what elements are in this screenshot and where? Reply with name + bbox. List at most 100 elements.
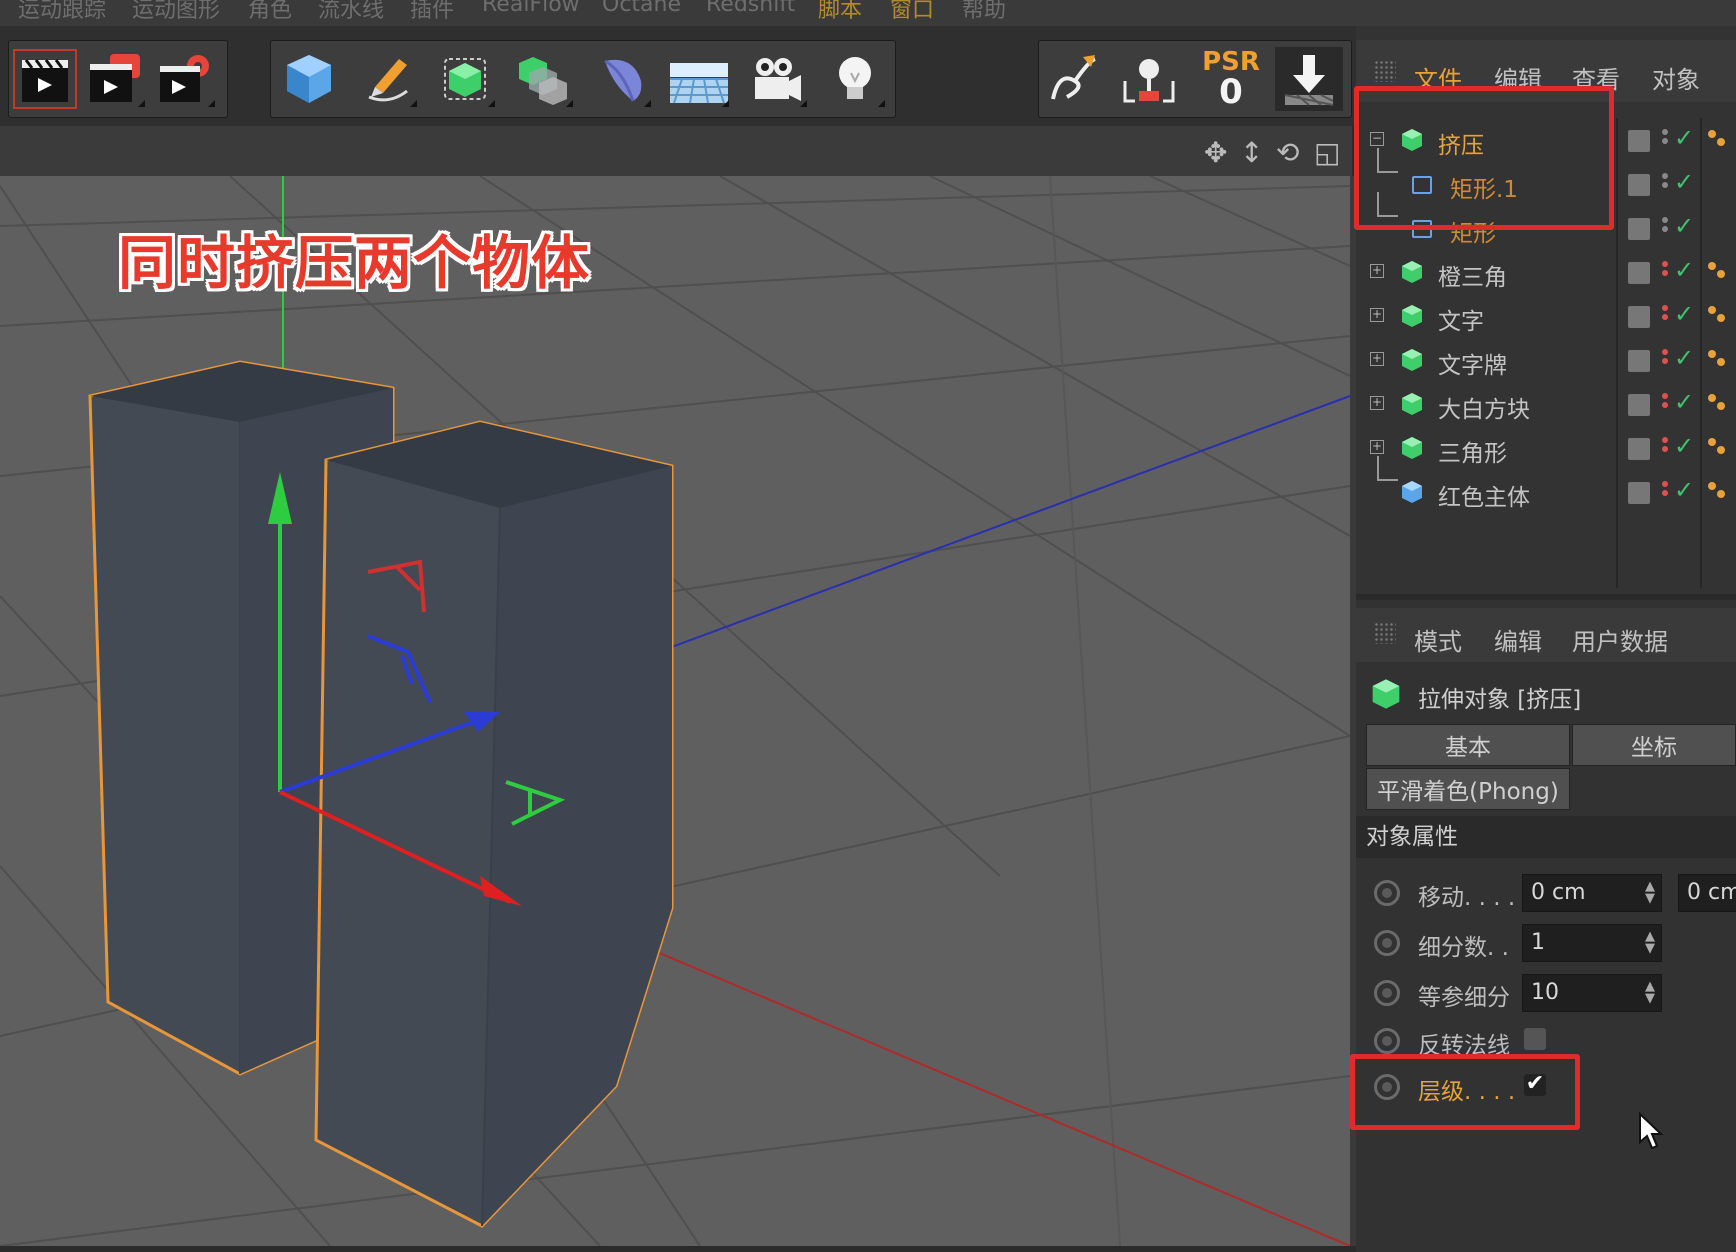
- attrmgr-menu-mode[interactable]: 模式: [1414, 622, 1462, 657]
- enabled-check-icon[interactable]: ✓: [1674, 344, 1694, 372]
- psr-button[interactable]: PSR 0: [1197, 47, 1265, 111]
- object-row-triangle[interactable]: + 三角形 ✓: [1356, 426, 1736, 470]
- menu-redshift[interactable]: Redshift: [706, 0, 795, 17]
- expand-icon[interactable]: +: [1370, 308, 1384, 322]
- add-camera-button[interactable]: [743, 47, 811, 111]
- menu-script[interactable]: 脚本: [818, 0, 862, 24]
- tab-basic[interactable]: 基本: [1366, 724, 1570, 766]
- menu-character[interactable]: 角色: [248, 0, 292, 24]
- menu-realflow[interactable]: RealFlow: [482, 0, 580, 17]
- menu-window[interactable]: 窗口: [890, 0, 934, 24]
- extruded-rectangle-right[interactable]: [314, 420, 674, 1228]
- add-deformer-button[interactable]: [587, 47, 655, 111]
- render-view-button[interactable]: [11, 47, 79, 111]
- object-row-text-sign[interactable]: + 文字牌 ✓: [1356, 338, 1736, 382]
- tab-phong[interactable]: 平滑着色(Phong): [1366, 768, 1570, 810]
- movement-x-field[interactable]: 0 cm ▲ ▼: [1522, 874, 1662, 912]
- add-light-button[interactable]: [821, 47, 889, 111]
- menu-help[interactable]: 帮助: [962, 0, 1006, 24]
- enabled-check-icon[interactable]: ✓: [1674, 432, 1694, 460]
- enabled-check-icon[interactable]: ✓: [1674, 124, 1694, 152]
- layer-swatch[interactable]: [1628, 306, 1650, 328]
- move-view-icon[interactable]: ✥: [1204, 136, 1227, 169]
- menu-pipeline[interactable]: 流水线: [318, 0, 384, 24]
- visibility-dots[interactable]: [1662, 478, 1670, 506]
- tag-icon[interactable]: [1708, 480, 1726, 504]
- attrmgr-menu-user-data[interactable]: 用户数据: [1572, 622, 1668, 657]
- array-icon: [519, 57, 567, 105]
- object-row-big-white-block[interactable]: + 大白方块 ✓: [1356, 382, 1736, 426]
- tag-icon[interactable]: [1708, 436, 1726, 460]
- layer-swatch[interactable]: [1628, 438, 1650, 460]
- menu-plugins[interactable]: 插件: [410, 0, 454, 24]
- enabled-check-icon[interactable]: ✓: [1674, 256, 1694, 284]
- enabled-check-icon[interactable]: ✓: [1674, 388, 1694, 416]
- object-name: 红色主体: [1438, 485, 1530, 511]
- layer-swatch[interactable]: [1628, 262, 1650, 284]
- objmgr-menu-object[interactable]: 对象: [1652, 60, 1700, 95]
- tag-icon[interactable]: [1708, 392, 1726, 416]
- layer-swatch[interactable]: [1628, 482, 1650, 504]
- visibility-dots[interactable]: [1662, 170, 1670, 198]
- add-cube-button[interactable]: [275, 47, 343, 111]
- keyframe-radio[interactable]: [1374, 980, 1400, 1006]
- visibility-dots[interactable]: [1662, 346, 1670, 374]
- toggle-view-icon[interactable]: ◱: [1314, 136, 1340, 169]
- add-floor-button[interactable]: [665, 47, 733, 111]
- add-subdivision-surface-button[interactable]: [431, 47, 499, 111]
- tag-icon[interactable]: [1708, 348, 1726, 372]
- object-row-orange-triangle[interactable]: + 橙三角 ✓: [1356, 250, 1736, 294]
- layer-swatch[interactable]: [1628, 174, 1650, 196]
- drop-to-floor-button[interactable]: [1275, 47, 1343, 111]
- stepper-icon[interactable]: ▲ ▼: [1645, 930, 1655, 955]
- menu-motion-tracking[interactable]: 运动跟踪: [18, 0, 106, 24]
- panel-grip-icon[interactable]: [1374, 622, 1396, 644]
- expand-icon[interactable]: +: [1370, 264, 1384, 278]
- visibility-dots[interactable]: [1662, 126, 1670, 154]
- keyframe-radio[interactable]: [1374, 930, 1400, 956]
- object-row-text[interactable]: + 文字 ✓: [1356, 294, 1736, 338]
- visibility-dots[interactable]: [1662, 214, 1670, 242]
- layer-swatch[interactable]: [1628, 394, 1650, 416]
- panel-grip-icon[interactable]: [1374, 60, 1396, 82]
- visibility-dots[interactable]: [1662, 434, 1670, 462]
- stepper-icon[interactable]: ▲ ▼: [1645, 980, 1655, 1005]
- layer-swatch[interactable]: [1628, 218, 1650, 240]
- snap-tool-button[interactable]: [1115, 47, 1183, 111]
- sketch-tool-button[interactable]: [1039, 47, 1107, 111]
- zoom-view-icon[interactable]: ↕: [1240, 136, 1263, 169]
- enabled-check-icon[interactable]: ✓: [1674, 212, 1694, 240]
- enabled-check-icon[interactable]: ✓: [1674, 300, 1694, 328]
- enabled-check-icon[interactable]: ✓: [1674, 476, 1694, 504]
- add-pen-button[interactable]: [353, 47, 421, 111]
- render-settings-button[interactable]: [151, 47, 219, 111]
- enabled-check-icon[interactable]: ✓: [1674, 168, 1694, 196]
- menu-octane[interactable]: Octane: [602, 0, 681, 17]
- visibility-dots[interactable]: [1662, 258, 1670, 286]
- layer-swatch[interactable]: [1628, 350, 1650, 372]
- expand-icon[interactable]: +: [1370, 396, 1384, 410]
- layer-swatch[interactable]: [1628, 130, 1650, 152]
- movement-y-field[interactable]: 0 cm: [1678, 874, 1736, 912]
- isoparm-field[interactable]: 10 ▲ ▼: [1522, 974, 1662, 1012]
- object-row-red-body[interactable]: 红色主体 ✓: [1356, 456, 1736, 514]
- add-array-button[interactable]: [509, 47, 577, 111]
- render-picture-viewer-button[interactable]: [81, 47, 149, 111]
- tag-icon[interactable]: [1708, 128, 1726, 152]
- tab-coordinates[interactable]: 坐标: [1572, 724, 1736, 766]
- rotate-view-icon[interactable]: ⟲: [1276, 136, 1299, 169]
- tag-icon[interactable]: [1708, 260, 1726, 284]
- menu-mograph[interactable]: 运动图形: [132, 0, 220, 24]
- visibility-dots[interactable]: [1662, 302, 1670, 330]
- flip-normals-checkbox[interactable]: [1524, 1028, 1546, 1050]
- 3d-viewport[interactable]: 同时挤压两个物体: [0, 176, 1356, 1246]
- subdivision-field[interactable]: 1 ▲ ▼: [1522, 924, 1662, 962]
- expand-icon[interactable]: +: [1370, 440, 1384, 454]
- stepper-icon[interactable]: ▲ ▼: [1645, 880, 1655, 905]
- visibility-dots[interactable]: [1662, 390, 1670, 418]
- keyframe-radio[interactable]: [1374, 1028, 1400, 1054]
- expand-icon[interactable]: +: [1370, 352, 1384, 366]
- tag-icon[interactable]: [1708, 304, 1726, 328]
- attrmgr-menu-edit[interactable]: 编辑: [1494, 622, 1542, 657]
- keyframe-radio[interactable]: [1374, 880, 1400, 906]
